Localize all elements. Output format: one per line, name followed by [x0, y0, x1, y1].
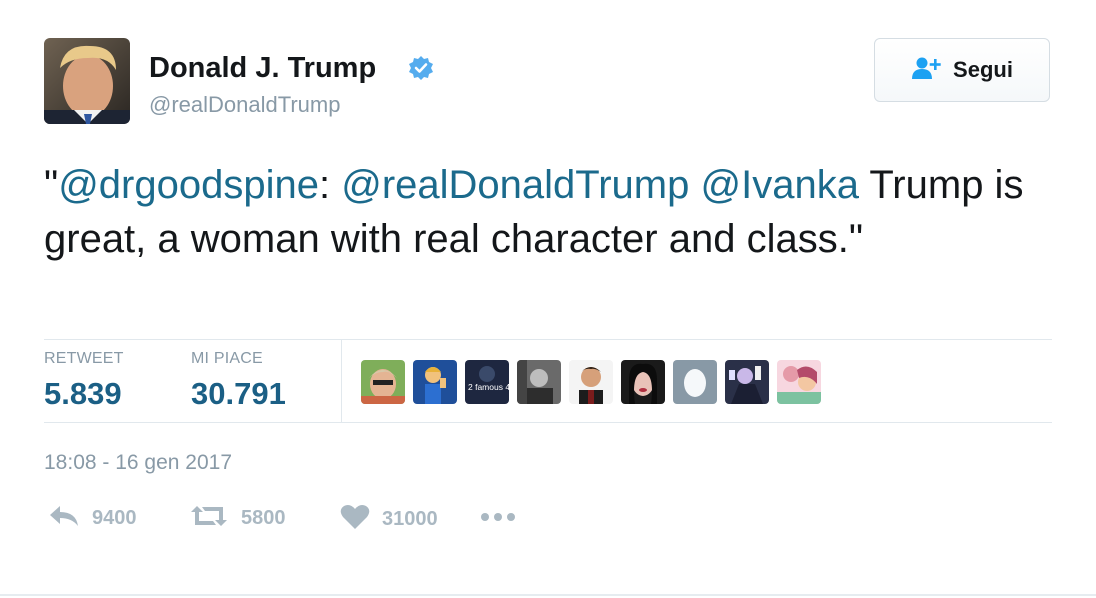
- retweet-stat-label: RETWEET: [44, 350, 124, 367]
- likes-stat-label: MI PIACE: [191, 350, 263, 367]
- verified-badge-icon: [408, 55, 434, 81]
- heart-icon: [340, 504, 370, 535]
- tweet-timestamp[interactable]: 18:08 - 16 gen 2017: [44, 451, 232, 475]
- mention-link[interactable]: @Ivanka: [701, 163, 859, 207]
- more-dots-icon: [480, 510, 516, 528]
- tweet-stats: RETWEET 5.839 MI PIACE 30.791 2 famous 4…: [44, 340, 1052, 423]
- liker-avatars: 2 famous 4 u: [361, 360, 821, 404]
- open-quote: ": [44, 163, 59, 207]
- liker-avatar[interactable]: [621, 360, 665, 404]
- retweet-icon: [189, 504, 229, 533]
- retweet-stat[interactable]: RETWEET 5.839: [44, 350, 124, 412]
- divider: [44, 422, 1052, 423]
- tweet-text: "@drgoodspine: @realDonaldTrump @Ivanka …: [44, 158, 1054, 266]
- user-name[interactable]: Donald J. Trump: [149, 52, 376, 85]
- follow-button[interactable]: Segui: [874, 38, 1050, 102]
- mention-link[interactable]: @realDonaldTrump: [341, 163, 689, 207]
- stats-divider: [341, 340, 342, 423]
- mention-link[interactable]: @drgoodspine: [58, 163, 319, 207]
- more-button[interactable]: [480, 510, 516, 528]
- retweet-stat-value: 5.839: [44, 376, 122, 411]
- liker-avatar[interactable]: [673, 360, 717, 404]
- tweet-header: Donald J. Trump @realDonaldTrump Segui: [44, 38, 1052, 128]
- add-user-icon: [911, 56, 943, 85]
- retweet-count: 5800: [241, 507, 286, 529]
- liker-avatar[interactable]: [517, 360, 561, 404]
- user-avatar[interactable]: [44, 38, 130, 124]
- reply-icon: [48, 504, 80, 533]
- bottom-border: [0, 594, 1096, 596]
- liker-avatar-text: 2 famous 4 u: [468, 382, 509, 392]
- liker-avatar[interactable]: [413, 360, 457, 404]
- liker-avatar[interactable]: [569, 360, 613, 404]
- follow-label: Segui: [953, 57, 1013, 82]
- retweet-button[interactable]: 5800: [189, 504, 286, 533]
- likes-stat[interactable]: MI PIACE 30.791: [191, 350, 286, 412]
- user-handle[interactable]: @realDonaldTrump: [149, 92, 340, 118]
- liker-avatar[interactable]: [725, 360, 769, 404]
- reply-count: 9400: [92, 507, 137, 529]
- liker-avatar[interactable]: [361, 360, 405, 404]
- reply-button[interactable]: 9400: [48, 504, 137, 533]
- liker-avatar[interactable]: 2 famous 4 u: [465, 360, 509, 404]
- like-button[interactable]: 31000: [340, 504, 438, 535]
- colon: :: [318, 163, 342, 207]
- like-count: 31000: [382, 508, 438, 530]
- likes-stat-value: 30.791: [191, 376, 286, 411]
- liker-avatar[interactable]: [777, 360, 821, 404]
